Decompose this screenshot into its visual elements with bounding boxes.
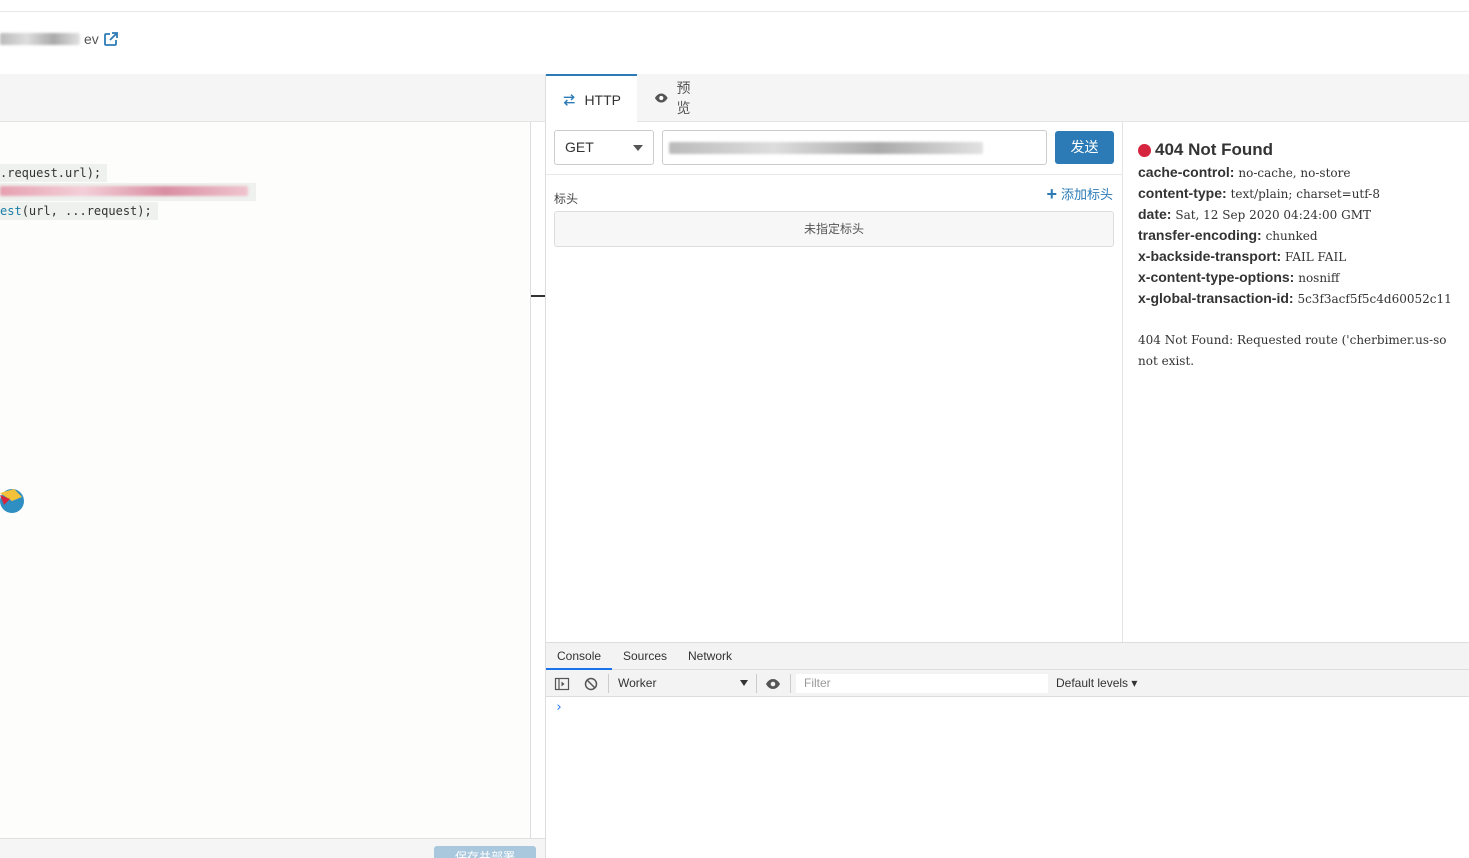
worker-name-suffix: ev — [84, 31, 99, 47]
tab-http[interactable]: HTTP — [546, 74, 637, 123]
console-toolbar: Worker Filter Default levels ▾ — [546, 670, 1469, 697]
devtools-tabs: Console Sources Network — [546, 642, 1469, 670]
eye-icon[interactable] — [765, 676, 781, 692]
plus-icon: + — [1046, 183, 1057, 204]
divider — [756, 674, 757, 693]
devtools-panel: Console Sources Network Worker Filter De… — [545, 642, 1469, 858]
url-input[interactable] — [662, 130, 1047, 165]
response-body: 404 Not Found: Requested route ('cherbim… — [1138, 333, 1447, 368]
external-link-icon[interactable] — [103, 31, 119, 47]
tab-sources[interactable]: Sources — [612, 643, 678, 670]
worker-link[interactable]: ev — [0, 31, 119, 47]
chevron-down-icon — [633, 145, 643, 151]
response-header-row: content-type: text/plain; charset=utf-8 — [1138, 185, 1380, 201]
tab-preview-label: 预览 — [676, 80, 691, 116]
redacted-name — [0, 33, 80, 45]
method-select[interactable]: GET — [554, 130, 654, 165]
code-line: est(url, ...request); — [0, 202, 158, 220]
response-header-row: cache-control: no-cache, no-store — [1138, 164, 1351, 180]
response-status: 404 Not Found — [1138, 140, 1273, 160]
editor-toolbar — [0, 74, 545, 122]
redacted-url — [669, 142, 983, 154]
code-editor[interactable]: .request.url); est(url, ...request); — [0, 122, 531, 838]
response-header-row: date: Sat, 12 Sep 2020 04:24:00 GMT — [1138, 206, 1372, 222]
send-button[interactable]: 发送 — [1055, 131, 1114, 164]
page-header: ev — [0, 12, 1469, 74]
sidebar-toggle-icon[interactable] — [554, 676, 570, 692]
console-filter-input[interactable]: Filter — [796, 674, 1048, 693]
no-headers-placeholder: 未指定标头 — [554, 211, 1114, 247]
eye-icon — [654, 93, 668, 103]
tab-http-label: HTTP — [584, 91, 621, 108]
app-root: ev .request.url); est(url, ...request); … — [0, 0, 1469, 858]
tab-network[interactable]: Network — [677, 643, 743, 670]
preview-panel: HTTP 预览 GET 发送 标头 + 添加标头 未指定标头 404 Not F… — [545, 74, 1469, 642]
chevron-down-icon — [740, 680, 748, 686]
tab-preview[interactable]: 预览 — [638, 74, 718, 122]
top-border — [0, 0, 1469, 12]
response-header-row: x-global-transaction-id: 5c3f3acf5f5c4d6… — [1138, 290, 1452, 306]
swap-arrows-icon — [563, 93, 575, 106]
divider — [790, 674, 791, 693]
scroll-marker[interactable] — [531, 295, 545, 297]
response-pane: 404 Not Found cache-control: no-cache, n… — [1123, 122, 1469, 642]
divider — [546, 174, 1123, 175]
save-deploy-button[interactable]: 保存并部署 — [434, 846, 536, 858]
console-prompt[interactable]: › — [555, 700, 563, 715]
preview-tabs: HTTP 预览 — [546, 74, 1469, 123]
status-dot-icon — [1138, 143, 1151, 157]
tab-console[interactable]: Console — [546, 643, 613, 670]
response-header-row: transfer-encoding: chunked — [1138, 227, 1318, 243]
add-header-label: 添加标头 — [1060, 187, 1113, 202]
context-select[interactable]: Worker — [618, 676, 748, 692]
worker-mascot-icon — [0, 489, 24, 513]
log-levels-select[interactable]: Default levels ▾ — [1056, 676, 1137, 690]
code-line — [0, 183, 256, 201]
response-header-row: x-backside-transport: FAIL FAIL — [1138, 248, 1347, 264]
code-line: .request.url); — [0, 164, 108, 182]
clear-console-icon[interactable] — [583, 676, 599, 692]
headers-label: 标头 — [554, 192, 579, 206]
editor-gutter — [531, 122, 545, 838]
divider — [608, 674, 609, 693]
request-pane: GET 发送 标头 + 添加标头 未指定标头 — [546, 122, 1123, 642]
add-header-button[interactable]: + 添加标头 — [1046, 184, 1113, 203]
response-header-row: x-content-type-options: nosniff — [1138, 269, 1340, 285]
